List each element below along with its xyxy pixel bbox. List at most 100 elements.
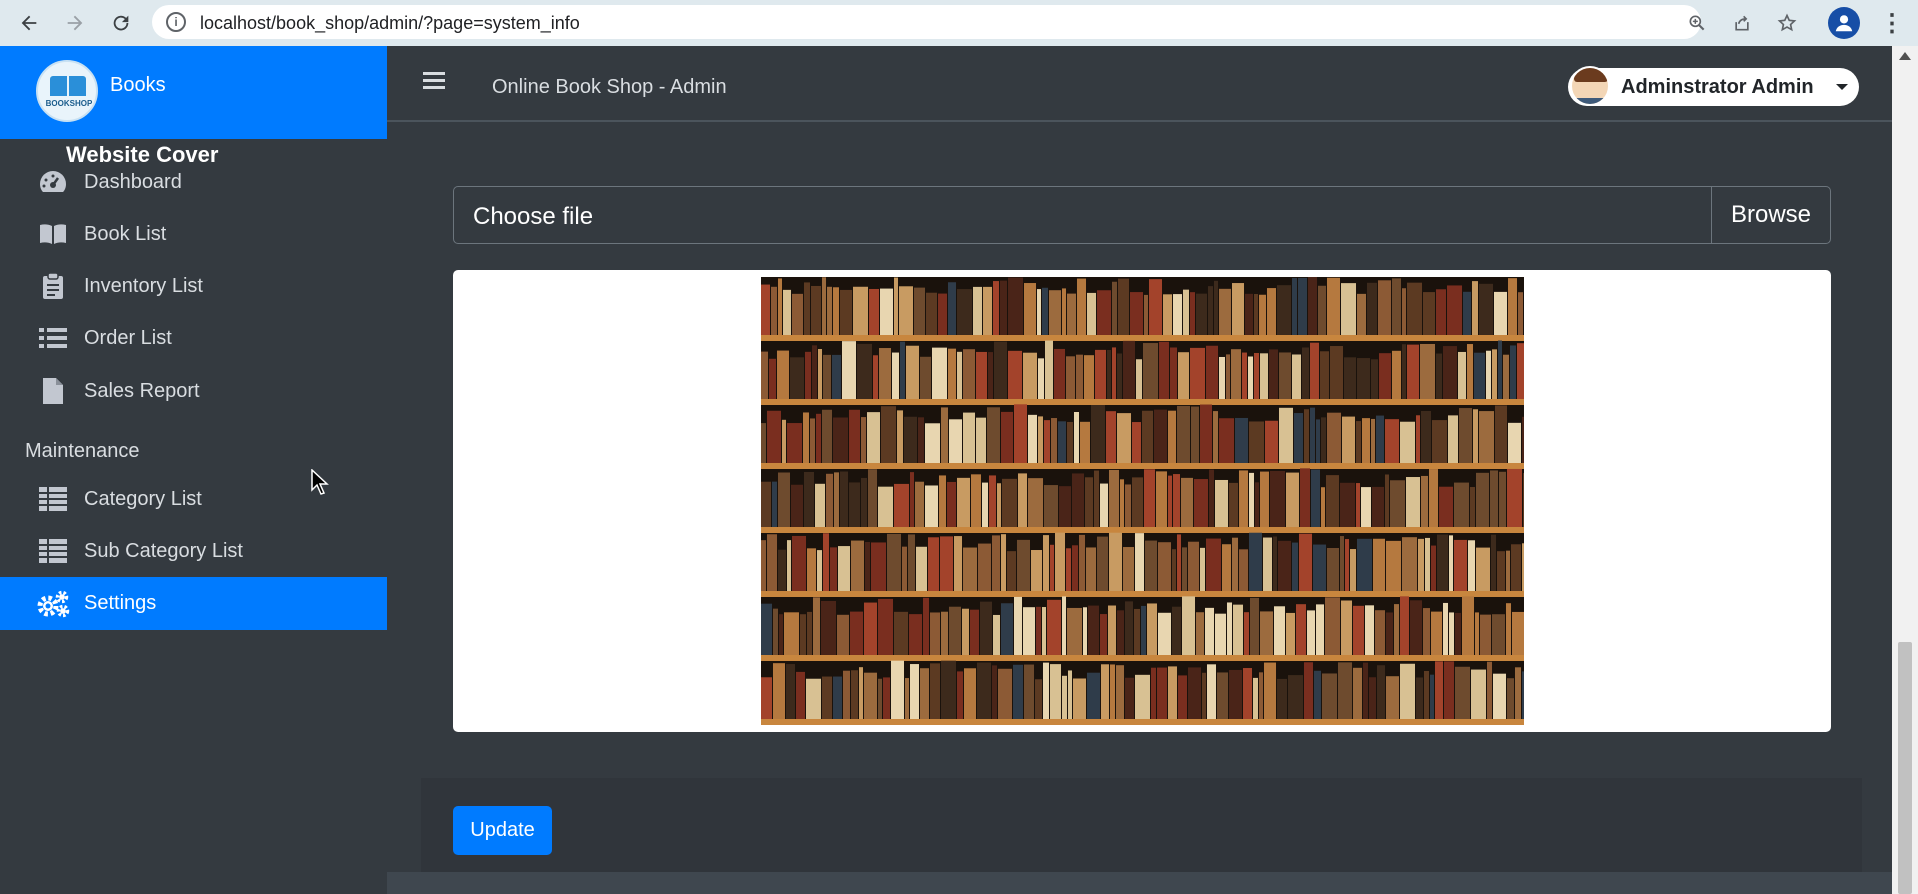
book-spine — [1219, 288, 1231, 335]
book-spine — [827, 286, 832, 335]
book-spine — [1392, 278, 1401, 335]
book-spine — [1274, 606, 1285, 655]
hamburger-menu-icon[interactable] — [423, 72, 445, 90]
book-spine — [1028, 478, 1043, 527]
book-spine — [1215, 613, 1226, 655]
book-spine — [1345, 539, 1349, 591]
book-spine — [1024, 283, 1036, 335]
book-spine — [773, 663, 785, 719]
book-spine — [1142, 410, 1153, 463]
book-spine — [822, 676, 832, 719]
sidebar-item-label: Book List — [84, 222, 167, 245]
book-spine — [1042, 607, 1046, 655]
book-spine — [1330, 346, 1343, 399]
book-spine — [816, 413, 821, 463]
book-spine — [949, 606, 961, 655]
book-spine — [1342, 416, 1355, 463]
book-spine — [807, 611, 812, 655]
book-spine — [1394, 604, 1399, 655]
book-spine — [1470, 487, 1475, 527]
sidebar-item-inventory-list[interactable]: Inventory List — [0, 260, 387, 312]
profile-icon[interactable] — [1828, 7, 1860, 39]
book-spine — [1002, 478, 1017, 527]
book-spine — [1200, 547, 1205, 591]
book-spine — [878, 678, 882, 719]
sidebar-item-sales-report[interactable]: Sales Report — [0, 365, 387, 417]
book-spine — [1362, 418, 1370, 463]
kebab-menu-icon[interactable]: ⋮ — [1880, 8, 1904, 38]
book-spine — [1407, 344, 1419, 399]
book-spine — [1132, 477, 1143, 527]
book-spine — [815, 483, 825, 527]
book-spine — [1008, 350, 1022, 399]
table-icon — [36, 539, 70, 563]
browser-toolbar: i localhost/book_shop/admin/?page=system… — [0, 0, 1918, 46]
website-cover-label: Website Cover — [66, 142, 219, 167]
book-spine — [1172, 549, 1176, 591]
share-icon[interactable] — [1729, 10, 1755, 36]
book-spine — [1100, 614, 1107, 655]
book-spine — [1353, 667, 1362, 719]
book-spine — [1159, 341, 1169, 399]
update-button[interactable]: Update — [453, 806, 552, 855]
website-cover-file-input[interactable]: Choose file Browse — [453, 186, 1831, 244]
sidebar-item-sub-category-list[interactable]: Sub Category List — [0, 525, 387, 577]
book-spine — [1094, 470, 1099, 527]
book-spine — [1156, 471, 1167, 527]
book-spine — [1219, 418, 1234, 463]
book-spine — [1279, 407, 1293, 463]
book-spine — [1067, 421, 1073, 463]
book-spine — [787, 540, 791, 591]
book-spine — [1421, 475, 1428, 527]
sidebar-item-order-list[interactable]: Order List — [0, 312, 387, 364]
zoom-icon[interactable] — [1684, 10, 1710, 36]
book-spine — [1377, 665, 1385, 719]
book-spine — [957, 477, 970, 527]
book-spine — [1038, 416, 1043, 463]
book-spine — [761, 284, 770, 335]
book-spine — [1100, 483, 1108, 527]
sidebar-item-settings[interactable]: Settings — [0, 577, 387, 630]
book-spine — [941, 407, 948, 463]
book-spine — [1086, 547, 1096, 591]
book-spine — [1042, 287, 1048, 335]
book-spine — [1207, 664, 1216, 719]
book-spine — [1400, 596, 1409, 655]
scrollbar-thumb[interactable] — [1898, 642, 1912, 894]
dashboard-gauge-icon — [36, 169, 70, 195]
user-menu-button[interactable]: Adminstrator Admin — [1568, 66, 1859, 106]
book-spine — [1313, 544, 1326, 591]
scroll-up-arrow-icon[interactable] — [1899, 52, 1911, 60]
book-spine — [962, 608, 969, 655]
brand-link[interactable]: BOOKSHOP Books — [0, 46, 387, 139]
book-spine — [1402, 537, 1417, 591]
book-spine — [1431, 545, 1436, 591]
book-spine — [891, 660, 904, 719]
book-spine — [1476, 547, 1490, 591]
book-spine — [1302, 347, 1309, 399]
mouse-cursor-icon — [311, 468, 329, 500]
forward-arrow-icon[interactable] — [60, 8, 90, 38]
book-spine — [859, 667, 863, 719]
book-spine — [1279, 352, 1291, 399]
book-spine — [1067, 293, 1076, 335]
book-spine — [894, 611, 908, 655]
star-icon[interactable] — [1774, 10, 1800, 36]
book-spine — [1232, 537, 1238, 591]
book-spine — [1421, 410, 1431, 463]
info-icon[interactable]: i — [166, 12, 186, 32]
sidebar-item-book-list[interactable]: Book List — [0, 208, 387, 260]
book-spine — [792, 293, 803, 335]
book-spine — [1178, 352, 1189, 399]
reload-icon[interactable] — [106, 8, 136, 38]
address-bar[interactable]: i localhost/book_shop/admin/?page=system… — [152, 5, 1797, 39]
book-spine — [1506, 550, 1510, 591]
book-spine — [1151, 667, 1156, 719]
book-spine — [1044, 420, 1050, 463]
book-spine — [1249, 472, 1254, 527]
book-spine — [992, 535, 1000, 591]
book-spine — [830, 547, 837, 591]
book-spine — [1017, 539, 1030, 591]
back-arrow-icon[interactable] — [14, 8, 44, 38]
browse-button[interactable]: Browse — [1711, 187, 1830, 243]
